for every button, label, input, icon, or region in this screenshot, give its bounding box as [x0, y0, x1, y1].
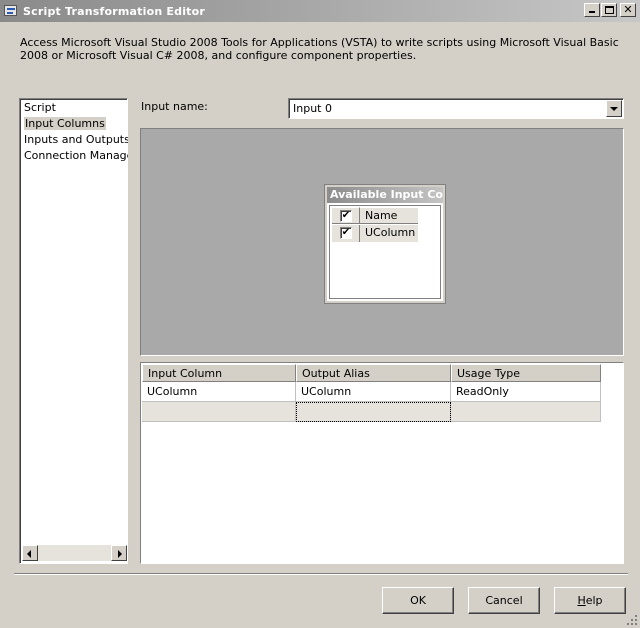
input-columns-design-surface[interactable]: Available Input Co ✔ Name ✔ UColumn: [140, 128, 624, 356]
select-all-cell[interactable]: ✔: [332, 207, 360, 224]
dropdown-button[interactable]: [606, 100, 622, 117]
available-input-columns-box[interactable]: Available Input Co ✔ Name ✔ UColumn: [324, 184, 446, 304]
mapping-grid-header: Input Column Output Alias Usage Type: [142, 364, 601, 382]
new-row[interactable]: [142, 402, 601, 422]
nav-item-inputs-and-outputs[interactable]: Inputs and Outputs: [24, 133, 128, 147]
maximize-button[interactable]: [601, 3, 617, 17]
output-alias-cell[interactable]: UColumn: [296, 382, 451, 402]
resize-grip-icon[interactable]: [626, 614, 638, 626]
chevron-down-icon: [610, 107, 618, 111]
input-column-mapping-grid[interactable]: Input Column Output Alias Usage Type UCo…: [140, 362, 624, 564]
title-buttons: ✕: [583, 3, 636, 17]
name-column-header[interactable]: Name: [360, 207, 418, 224]
input-column-header[interactable]: Input Column: [142, 364, 296, 382]
nav-item-input-columns[interactable]: Input Columns: [24, 117, 128, 131]
script-transformation-editor-window: Script Transformation Editor ✕ Access Mi…: [0, 0, 640, 628]
column-checkbox[interactable]: ✔: [340, 227, 352, 239]
window-title: Script Transformation Editor: [23, 4, 206, 18]
input-name-value: Input 0: [293, 102, 332, 115]
column-name: UColumn: [360, 225, 418, 242]
title-bar[interactable]: Script Transformation Editor ✕: [0, 0, 640, 22]
input-name-label: Input name:: [141, 100, 208, 113]
input-column-cell[interactable]: UColumn: [142, 382, 296, 402]
page-navigation-list[interactable]: Script Input Columns Inputs and Outputs …: [19, 98, 128, 564]
minimize-icon: [589, 11, 595, 13]
arrow-right-icon: [118, 550, 122, 558]
arrow-left-icon: [27, 550, 31, 558]
help-button[interactable]: Help: [554, 587, 626, 614]
scroll-right-button[interactable]: [111, 545, 127, 561]
column-row[interactable]: ✔ UColumn: [332, 225, 418, 242]
usage-type-header[interactable]: Usage Type: [451, 364, 601, 382]
nav-item-script[interactable]: Script: [24, 101, 128, 115]
available-input-columns-title[interactable]: Available Input Co: [327, 187, 443, 203]
close-button[interactable]: ✕: [620, 3, 636, 17]
close-icon: ✕: [623, 3, 633, 16]
nav-item-connection-managers[interactable]: Connection Managers: [24, 149, 128, 163]
column-select-cell[interactable]: ✔: [332, 225, 360, 242]
new-usage-type-cell[interactable]: [451, 402, 601, 422]
new-output-alias-cell[interactable]: [296, 402, 451, 422]
select-all-checkbox[interactable]: ✔: [340, 210, 352, 222]
columns-grid-header: ✔ Name: [332, 207, 418, 224]
table-row[interactable]: UColumn UColumn ReadOnly: [142, 382, 601, 402]
maximize-icon: [605, 6, 614, 14]
ok-button[interactable]: OK: [382, 587, 454, 614]
output-alias-header[interactable]: Output Alias: [296, 364, 451, 382]
nav-horizontal-scrollbar[interactable]: [22, 545, 127, 561]
editor-description: Access Microsoft Visual Studio 2008 Tool…: [20, 36, 619, 62]
scroll-left-button[interactable]: [22, 545, 38, 561]
new-input-column-cell[interactable]: [142, 402, 296, 422]
cancel-button[interactable]: Cancel: [468, 587, 540, 614]
footer-separator: [14, 573, 628, 575]
minimize-button[interactable]: [584, 3, 600, 17]
usage-type-cell[interactable]: ReadOnly: [451, 382, 601, 402]
input-name-dropdown[interactable]: Input 0: [288, 98, 624, 119]
available-columns-grid: ✔ Name ✔ UColumn: [329, 205, 441, 299]
script-editor-icon: [3, 3, 19, 19]
